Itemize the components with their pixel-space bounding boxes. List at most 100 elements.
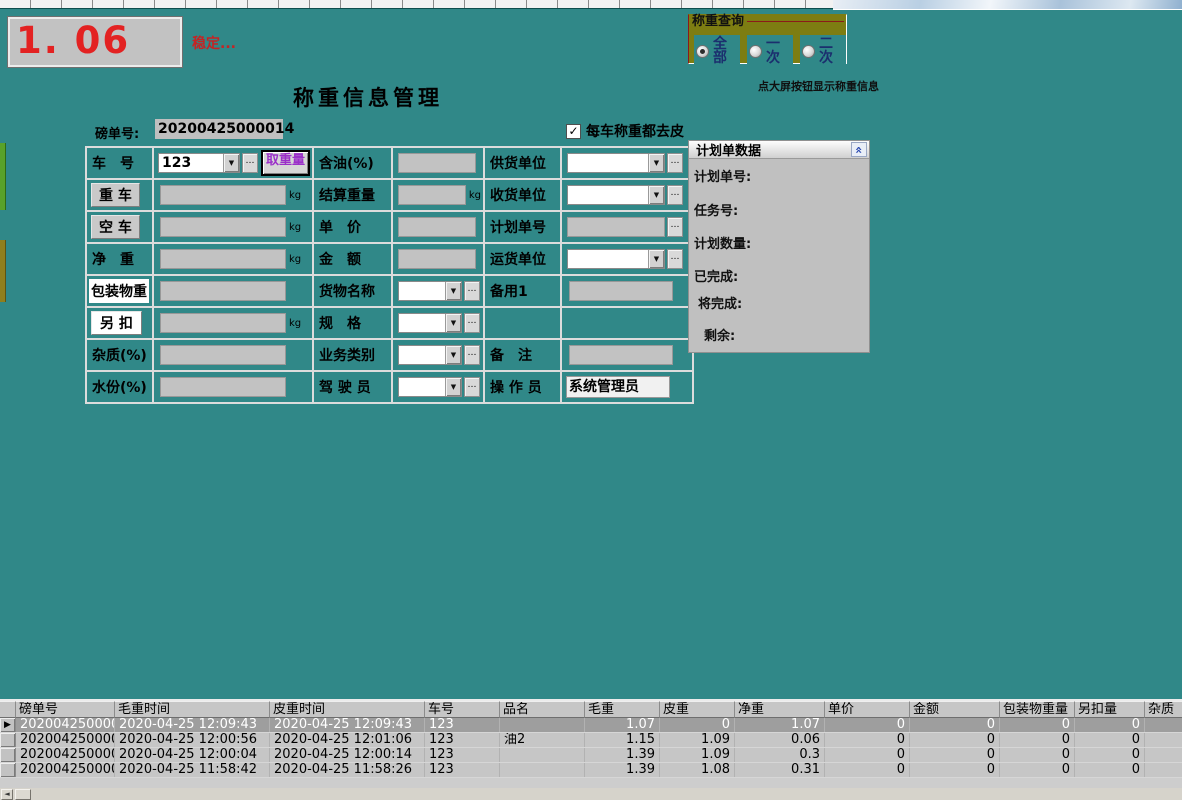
table-cell[interactable]: 20200425000013 bbox=[16, 733, 115, 747]
vehicle-browse-button[interactable]: … bbox=[242, 153, 258, 173]
spec-combobox[interactable]: ▼ bbox=[398, 313, 462, 333]
empty-vehicle-button[interactable]: 空 车 bbox=[91, 215, 140, 239]
column-header[interactable]: 包装物重量 bbox=[1000, 701, 1075, 718]
table-cell[interactable]: 0.31 bbox=[735, 763, 825, 777]
column-header[interactable]: 毛重时间 bbox=[115, 701, 270, 718]
table-cell[interactable]: 0.3 bbox=[735, 748, 825, 762]
left-edge-olive-button[interactable] bbox=[0, 240, 6, 302]
goods-name-combobox[interactable]: ▼ bbox=[398, 281, 462, 301]
table-cell[interactable]: 2020-04-25 12:09:43 bbox=[115, 718, 270, 732]
table-cell[interactable]: 0 bbox=[910, 748, 1000, 762]
table-cell[interactable]: 0 bbox=[1000, 748, 1075, 762]
remark-input[interactable] bbox=[569, 345, 673, 365]
table-cell[interactable]: 0 bbox=[910, 718, 1000, 732]
impurity-input[interactable] bbox=[160, 345, 286, 365]
table-cell[interactable]: 1.07 bbox=[735, 718, 825, 732]
driver-browse-button[interactable]: … bbox=[464, 377, 480, 397]
collapse-button[interactable]: « bbox=[851, 142, 867, 157]
table-cell[interactable]: 0 bbox=[910, 763, 1000, 777]
plan-no-browse-button[interactable]: … bbox=[667, 217, 683, 237]
table-cell[interactable]: 123 bbox=[425, 733, 500, 747]
supplier-combobox[interactable]: ▼ bbox=[567, 153, 665, 173]
table-cell[interactable]: 1.15 bbox=[585, 733, 660, 747]
table-cell[interactable]: 0 bbox=[825, 748, 910, 762]
receiver-browse-button[interactable]: … bbox=[667, 185, 683, 205]
dropdown-arrow-icon[interactable]: ▼ bbox=[648, 154, 664, 172]
table-row[interactable]: 202004250000132020-04-25 12:00:562020-04… bbox=[0, 733, 1182, 748]
dropdown-arrow-icon[interactable]: ▼ bbox=[445, 314, 461, 332]
table-cell[interactable]: 1.08 bbox=[660, 763, 735, 777]
carrier-browse-button[interactable]: … bbox=[667, 249, 683, 269]
table-cell[interactable]: 0 bbox=[910, 733, 1000, 747]
table-cell[interactable]: 1.09 bbox=[660, 733, 735, 747]
plan-no-input[interactable] bbox=[567, 217, 665, 237]
vehicle-no-combobox[interactable]: 123 ▼ bbox=[158, 153, 240, 173]
tare-checkbox-icon[interactable]: ✓ bbox=[566, 124, 581, 139]
radio-all-icon[interactable] bbox=[696, 45, 709, 58]
package-weight-input[interactable] bbox=[160, 281, 286, 301]
table-cell[interactable]: 2020-04-25 12:00:14 bbox=[270, 748, 425, 762]
table-cell[interactable]: 0 bbox=[1000, 718, 1075, 732]
row-selector-cell[interactable] bbox=[0, 763, 16, 777]
moisture-input[interactable] bbox=[160, 377, 286, 397]
dropdown-arrow-icon[interactable]: ▼ bbox=[223, 154, 239, 172]
column-header[interactable]: 磅单号 bbox=[16, 701, 115, 718]
radio-twice-icon[interactable] bbox=[802, 45, 815, 58]
supplier-browse-button[interactable]: … bbox=[667, 153, 683, 173]
table-cell[interactable]: 2020-04-25 12:00:56 bbox=[115, 733, 270, 747]
goods-browse-button[interactable]: … bbox=[464, 281, 480, 301]
tare-checkbox-row[interactable]: ✓ 每车称重都去皮 bbox=[566, 121, 684, 141]
table-row[interactable]: 202004250000112020-04-25 11:58:422020-04… bbox=[0, 763, 1182, 778]
radio-once[interactable]: 一次 bbox=[747, 35, 793, 67]
column-header[interactable]: 净重 bbox=[735, 701, 825, 718]
table-cell[interactable]: 油2 bbox=[500, 733, 585, 747]
table-row[interactable]: 202004250000122020-04-25 12:00:042020-04… bbox=[0, 748, 1182, 763]
take-weight-button[interactable]: 取重量 bbox=[261, 150, 310, 176]
table-cell[interactable]: 123 bbox=[425, 718, 500, 732]
oil-input[interactable] bbox=[398, 153, 476, 173]
dropdown-arrow-icon[interactable]: ▼ bbox=[445, 346, 461, 364]
scroll-left-icon[interactable]: ◄ bbox=[1, 789, 13, 800]
dropdown-arrow-icon[interactable]: ▼ bbox=[445, 282, 461, 300]
table-cell[interactable] bbox=[1145, 733, 1182, 747]
table-cell[interactable]: 123 bbox=[425, 748, 500, 762]
scrollbar-thumb[interactable] bbox=[15, 789, 31, 800]
receiver-combobox[interactable]: ▼ bbox=[567, 185, 665, 205]
net-weight-input[interactable] bbox=[160, 249, 286, 269]
table-cell[interactable]: 20200425000011 bbox=[16, 763, 115, 777]
table-cell[interactable]: 0.06 bbox=[735, 733, 825, 747]
dropdown-arrow-icon[interactable]: ▼ bbox=[648, 250, 664, 268]
table-cell[interactable]: 0 bbox=[1075, 718, 1145, 732]
table-cell[interactable]: 20200425000012 bbox=[16, 748, 115, 762]
table-cell[interactable]: 1.39 bbox=[585, 748, 660, 762]
column-header[interactable]: 品名 bbox=[500, 701, 585, 718]
table-cell[interactable] bbox=[500, 748, 585, 762]
table-cell[interactable]: 0 bbox=[1000, 733, 1075, 747]
table-cell[interactable]: 0 bbox=[825, 718, 910, 732]
settle-weight-input[interactable] bbox=[398, 185, 466, 205]
table-cell[interactable]: 123 bbox=[425, 763, 500, 777]
weighing-records-table[interactable]: 磅单号毛重时间皮重时间车号品名毛重皮重净重单价金额包装物重量另扣量杂质▶2020… bbox=[0, 699, 1182, 790]
table-cell[interactable]: 2020-04-25 11:58:42 bbox=[115, 763, 270, 777]
table-cell[interactable]: 0 bbox=[1075, 733, 1145, 747]
left-edge-green-button[interactable] bbox=[0, 143, 6, 210]
spec-browse-button[interactable]: … bbox=[464, 313, 480, 333]
column-header[interactable]: 另扣量 bbox=[1075, 701, 1145, 718]
radio-twice[interactable]: 二次 bbox=[800, 35, 846, 67]
table-cell[interactable] bbox=[1145, 763, 1182, 777]
biz-type-combobox[interactable]: ▼ bbox=[398, 345, 462, 365]
unit-price-input[interactable] bbox=[398, 217, 476, 237]
column-header[interactable]: 皮重 bbox=[660, 701, 735, 718]
table-cell[interactable] bbox=[1145, 748, 1182, 762]
empty-weight-input[interactable] bbox=[160, 217, 286, 237]
table-cell[interactable]: 0 bbox=[1075, 748, 1145, 762]
dropdown-arrow-icon[interactable]: ▼ bbox=[648, 186, 664, 204]
row-selector-cell[interactable] bbox=[0, 733, 16, 747]
spare1-input[interactable] bbox=[569, 281, 673, 301]
column-header[interactable]: 车号 bbox=[425, 701, 500, 718]
carrier-combobox[interactable]: ▼ bbox=[567, 249, 665, 269]
table-cell[interactable]: 0 bbox=[1075, 763, 1145, 777]
table-cell[interactable] bbox=[500, 763, 585, 777]
current-row-pointer-icon[interactable]: ▶ bbox=[0, 718, 16, 732]
heavy-vehicle-button[interactable]: 重 车 bbox=[91, 183, 140, 207]
